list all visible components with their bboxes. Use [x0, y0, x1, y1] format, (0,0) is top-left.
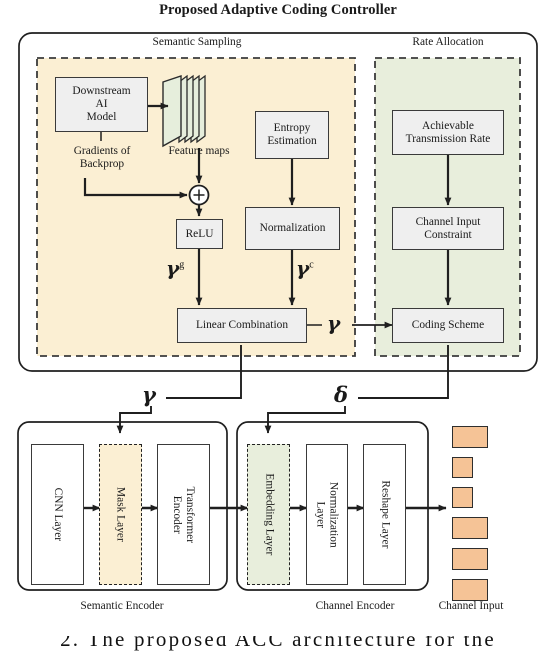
normalization-layer-label: Normalization Layer: [315, 481, 340, 548]
gamma-c-symbol: γc: [296, 256, 314, 280]
gamma-routing-symbol: γ: [142, 382, 156, 407]
channel-input-block: [452, 457, 473, 478]
mask-layer-box[interactable]: Mask Layer: [99, 444, 142, 585]
channel-input-block: [452, 426, 488, 448]
normalization-layer-box[interactable]: Normalization Layer: [306, 444, 348, 585]
downstream-ai-model-box[interactable]: Downstream AI Model: [55, 77, 148, 132]
gamma-c-superscript: c: [309, 259, 314, 271]
achievable-transmission-rate-box[interactable]: Achievable Transmission Rate: [392, 110, 504, 155]
normalization-box[interactable]: Normalization: [245, 207, 340, 250]
gamma-g-superscript: g: [179, 259, 185, 271]
mask-layer-label: Mask Layer: [114, 487, 127, 542]
linear-combination-box[interactable]: Linear Combination: [177, 308, 307, 343]
feature-maps-icon: [162, 74, 206, 148]
cnn-layer-box[interactable]: CNN Layer: [31, 444, 84, 585]
delta-routing-symbol: δ: [334, 382, 349, 407]
coding-scheme-box[interactable]: Coding Scheme: [392, 308, 504, 343]
feature-maps-label: Feature maps: [168, 145, 230, 157]
reshape-layer-box[interactable]: Reshape Layer: [363, 444, 406, 585]
channel-input-block: [452, 548, 488, 570]
channel-encoder-group-label: Channel Encoder: [315, 600, 395, 612]
transformer-encoder-box[interactable]: Transformer Encoder: [157, 444, 210, 585]
embedding-layer-label: Embedding Layer: [262, 473, 275, 556]
cnn-layer-label: CNN Layer: [51, 487, 64, 542]
reshape-layer-label: Reshape Layer: [378, 480, 391, 549]
gamma-symbol-controller: γ: [327, 311, 341, 335]
channel-input-label: Channel Input: [438, 600, 504, 612]
relu-box[interactable]: ReLU: [176, 219, 223, 249]
diagram-canvas: Proposed Adaptive Coding Controller Sema…: [0, 0, 556, 658]
gamma-g-symbol: γg: [166, 256, 185, 280]
entropy-estimation-box[interactable]: Entropy Estimation: [255, 111, 329, 159]
semantic-encoder-group-label: Semantic Encoder: [80, 600, 164, 612]
semantic-sampling-label: Semantic Sampling: [152, 36, 242, 48]
embedding-layer-box[interactable]: Embedding Layer: [247, 444, 290, 585]
channel-input-block: [452, 517, 488, 539]
transformer-encoder-label: Transformer Encoder: [171, 486, 197, 543]
figure-caption-text: 2. The proposed ACC architecture for the: [60, 636, 496, 651]
channel-input-constraint-box[interactable]: Channel Input Constraint: [392, 207, 504, 250]
rate-allocation-label: Rate Allocation: [412, 36, 484, 48]
channel-input-block: [452, 487, 473, 508]
figure-caption-fragment: 2. The proposed ACC architecture for the: [0, 636, 556, 658]
channel-input-block: [452, 579, 488, 601]
